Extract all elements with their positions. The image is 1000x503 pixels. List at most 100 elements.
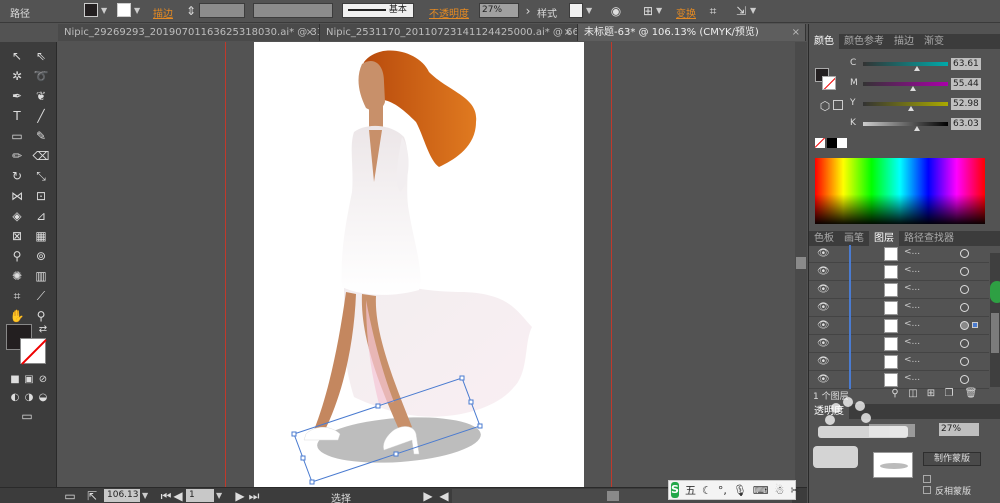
scroll-left-icon[interactable]: ◀ <box>436 488 452 503</box>
web-safe-icon[interactable] <box>833 100 843 110</box>
tab-gradient[interactable]: 渐变 <box>919 34 949 49</box>
target-icon[interactable] <box>960 303 969 312</box>
stroke-style-dropdown[interactable]: 基本 <box>342 3 414 18</box>
eye-icon[interactable]: 👁 <box>817 374 830 385</box>
scroll-thumb[interactable] <box>607 491 619 501</box>
tab-color[interactable]: 颜色 <box>809 34 839 49</box>
target-icon[interactable] <box>960 249 969 258</box>
chevron-down-icon[interactable]: ▼ <box>101 6 107 15</box>
tab-layers[interactable]: 图层 <box>869 231 899 246</box>
layer-row[interactable]: 👁 <... <box>809 281 989 299</box>
slider-cyan[interactable]: C 63.61 <box>845 58 995 71</box>
slider-track[interactable] <box>863 102 948 106</box>
zoom-input[interactable]: 106.13 <box>104 489 140 502</box>
target-icon[interactable] <box>960 267 969 276</box>
target-icon[interactable] <box>960 285 969 294</box>
pencil-tool-icon[interactable]: ✏ <box>8 148 26 164</box>
transparency-opacity-input[interactable]: 27% <box>939 423 979 436</box>
blend-tool-icon[interactable]: ⊚ <box>32 248 50 264</box>
lasso-icon[interactable]: ➰ <box>32 68 50 84</box>
none-swatch[interactable] <box>815 138 825 148</box>
slider-knob[interactable] <box>914 126 920 131</box>
curvature-tool-icon[interactable]: ❦ <box>32 88 50 104</box>
tab-color-guide[interactable]: 颜色参考 <box>839 34 889 49</box>
ime-mode[interactable]: 五 <box>685 482 696 498</box>
punctuation-icon[interactable]: °, <box>718 484 727 497</box>
none-mode-icon[interactable]: ⊘ <box>34 372 52 388</box>
close-icon[interactable]: × <box>792 24 800 41</box>
delete-layer-icon[interactable]: 🗑 <box>963 386 979 402</box>
opacity-label[interactable]: 不透明度 <box>429 5 469 20</box>
channel-value-input[interactable]: 55.44 <box>951 78 981 90</box>
status-menu-icon[interactable]: ▶ <box>420 488 436 503</box>
stroke-label[interactable]: 描边 <box>153 5 173 20</box>
stroke-indicator[interactable] <box>822 76 836 90</box>
blend-mode-dropdown[interactable] <box>869 424 915 437</box>
eye-icon[interactable]: 👁 <box>817 320 830 331</box>
slice-tool-icon[interactable]: ⟋ <box>32 288 50 304</box>
eye-icon[interactable]: 👁 <box>817 302 830 313</box>
rotate-tool-icon[interactable]: ↻ <box>8 168 26 184</box>
style-swatch[interactable] <box>569 3 583 18</box>
magic-wand-icon[interactable]: ✲ <box>8 68 26 84</box>
close-icon[interactable]: × <box>564 24 572 41</box>
canvas[interactable] <box>58 42 795 487</box>
swap-icon[interactable]: ⇄ <box>34 322 52 338</box>
tab-document-3[interactable]: 未标题-63* @ 106.13% (CMYK/预览) × <box>578 24 806 41</box>
gamut-warning-icon[interactable]: ⬡ <box>817 98 833 114</box>
locate-object-icon[interactable]: ⚲ <box>887 386 903 402</box>
close-icon[interactable]: × <box>306 24 314 41</box>
eye-icon[interactable]: 👁 <box>817 338 830 349</box>
layers-scrollbar[interactable] <box>990 253 1000 387</box>
clip-checkbox[interactable] <box>923 475 931 483</box>
target-icon[interactable] <box>960 357 969 366</box>
shape-builder-icon[interactable]: ◈ <box>8 208 26 224</box>
stroke-color-box[interactable] <box>20 338 46 364</box>
slider-track[interactable] <box>863 82 948 86</box>
eyedropper-icon[interactable]: ⚲ <box>8 248 26 264</box>
skin-icon[interactable]: ☃ <box>775 484 785 497</box>
make-clip-mask-icon[interactable]: ◫ <box>905 386 921 402</box>
layer-row[interactable]: 👁 <... <box>809 353 989 371</box>
eye-icon[interactable]: 👁 <box>817 284 830 295</box>
color-spectrum[interactable] <box>815 158 985 224</box>
stroke-swatch[interactable] <box>117 3 131 17</box>
width-tool-icon[interactable]: ⋈ <box>8 188 26 204</box>
layer-row[interactable]: 👁 <... <box>809 299 989 317</box>
tab-transparency[interactable]: 透明度 <box>809 404 849 419</box>
selection-tool-icon[interactable]: ↖ <box>8 48 26 64</box>
pen-tool-icon[interactable]: ✒ <box>8 88 26 104</box>
target-icon[interactable] <box>960 375 969 384</box>
eraser-tool-icon[interactable]: ⌫ <box>32 148 50 164</box>
tab-brushes[interactable]: 画笔 <box>839 231 869 246</box>
stroke-weight-dropdown[interactable] <box>199 3 245 18</box>
tab-stroke[interactable]: 描边 <box>889 34 919 49</box>
slider-track[interactable] <box>863 62 948 66</box>
slider-knob[interactable] <box>910 86 916 91</box>
tab-pathfinder[interactable]: 路径查找器 <box>899 231 959 246</box>
white-swatch[interactable] <box>837 138 847 148</box>
tab-document-2[interactable]: Nipic_2531170_20110723141124425000.ai* @… <box>320 24 578 41</box>
last-artboard-icon[interactable]: ⏭ <box>246 488 262 503</box>
tools-icon[interactable]: ✂ <box>791 484 800 497</box>
perspective-grid-icon[interactable]: ⊿ <box>32 208 50 224</box>
slider-knob[interactable] <box>908 106 914 111</box>
chevron-right-icon[interactable]: › <box>520 3 536 19</box>
channel-value-input[interactable]: 52.98 <box>951 98 981 110</box>
object-thumbnail[interactable] <box>873 452 913 478</box>
opacity-input[interactable]: 27% <box>479 3 519 18</box>
layer-row[interactable]: 👁 <... <box>809 263 989 281</box>
artboard-number-input[interactable]: 1 <box>186 489 214 502</box>
align-icon[interactable]: ⊞ <box>640 3 656 19</box>
artboard-tool-icon[interactable]: ⌗ <box>8 288 26 304</box>
moon-icon[interactable]: ☾ <box>702 484 712 497</box>
scroll-thumb[interactable] <box>991 313 999 353</box>
slider-magenta[interactable]: M 55.44 <box>845 78 995 91</box>
floating-assistant-icon[interactable] <box>990 281 1000 303</box>
ime-logo[interactable]: S <box>671 482 679 498</box>
chevron-down-icon[interactable]: ▼ <box>656 6 662 15</box>
chevron-down-icon[interactable]: ▼ <box>586 6 592 15</box>
invert-mask-checkbox[interactable] <box>923 486 931 494</box>
isolate-icon[interactable]: ⌗ <box>705 3 721 19</box>
artboard[interactable] <box>254 42 584 487</box>
